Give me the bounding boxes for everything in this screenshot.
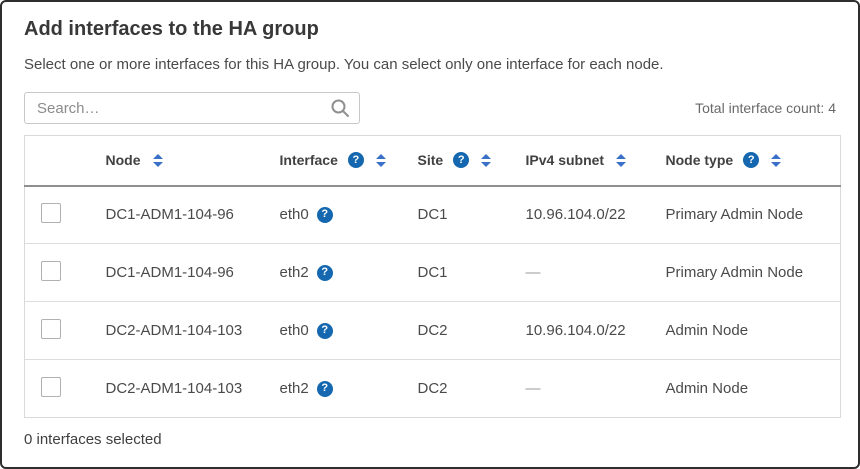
checkbox-cell [25,360,98,418]
site-cell: DC1 [410,244,518,302]
page-subtitle: Select one or more interfaces for this H… [24,55,836,75]
help-icon[interactable]: ? [317,323,333,339]
node-type-cell: Admin Node [658,302,841,360]
table-body: DC1-ADM1-104-96eth0?DC110.96.104.0/22Pri… [25,186,841,418]
add-interfaces-dialog: Add interfaces to the HA group Select on… [0,0,860,469]
help-icon[interactable]: ? [317,381,333,397]
column-label: Site [418,152,444,168]
search-icon [330,98,350,118]
interface-name: eth0 [280,322,309,339]
node-cell: DC1-ADM1-104-96 [98,244,272,302]
interface-name: eth0 [280,206,309,223]
node-cell: DC2-ADM1-104-103 [98,302,272,360]
site-cell: DC2 [410,360,518,418]
sort-icon[interactable] [771,154,781,167]
checkbox-cell [25,186,98,244]
column-header-ipv4-subnet[interactable]: IPv4 subnet [518,136,658,186]
table-row: DC2-ADM1-104-103eth2?DC2—Admin Node [25,360,841,418]
page-title: Add interfaces to the HA group [24,16,836,42]
interface-name: eth2 [280,380,309,397]
row-checkbox[interactable] [41,203,61,223]
interface-cell: eth2? [272,244,410,302]
ipv4-subnet-cell: — [518,244,658,302]
selection-status: 0 interfaces selected [24,431,836,448]
column-label: Node [106,152,141,168]
select-column-header [25,136,98,186]
sort-icon[interactable] [376,154,386,167]
column-header-node-type[interactable]: Node type? [658,136,841,186]
node-type-cell: Primary Admin Node [658,186,841,244]
sort-icon[interactable] [616,154,626,167]
header-row: NodeInterface?Site?IPv4 subnetNode type? [25,136,841,186]
help-icon[interactable]: ? [743,152,759,168]
column-header-node[interactable]: Node [98,136,272,186]
interface-cell: eth0? [272,186,410,244]
table-row: DC1-ADM1-104-96eth2?DC1—Primary Admin No… [25,244,841,302]
help-icon[interactable]: ? [317,207,333,223]
help-icon[interactable]: ? [453,152,469,168]
ipv4-subnet-cell: 10.96.104.0/22 [518,186,658,244]
help-icon[interactable]: ? [317,265,333,281]
interface-cell: eth0? [272,302,410,360]
total-interface-count: Total interface count: 4 [695,100,836,116]
node-cell: DC2-ADM1-104-103 [98,360,272,418]
interface-name: eth2 [280,264,309,281]
site-cell: DC2 [410,302,518,360]
ipv4-subnet-cell: 10.96.104.0/22 [518,302,658,360]
search-input[interactable] [24,92,360,124]
column-label: Interface [280,152,338,168]
row-checkbox[interactable] [41,319,61,339]
row-checkbox[interactable] [41,261,61,281]
column-header-interface[interactable]: Interface? [272,136,410,186]
checkbox-cell [25,302,98,360]
table-row: DC2-ADM1-104-103eth0?DC210.96.104.0/22Ad… [25,302,841,360]
column-label: IPv4 subnet [526,152,605,168]
column-label: Node type [666,152,734,168]
help-icon[interactable]: ? [348,152,364,168]
ipv4-subnet-cell: — [518,360,658,418]
search-box [24,92,360,124]
site-cell: DC1 [410,186,518,244]
interfaces-table: NodeInterface?Site?IPv4 subnetNode type?… [24,135,841,418]
row-checkbox[interactable] [41,377,61,397]
node-type-cell: Primary Admin Node [658,244,841,302]
interface-cell: eth2? [272,360,410,418]
node-type-cell: Admin Node [658,360,841,418]
table-toolbar: Total interface count: 4 [24,92,836,124]
table-row: DC1-ADM1-104-96eth0?DC110.96.104.0/22Pri… [25,186,841,244]
sort-icon[interactable] [481,154,491,167]
checkbox-cell [25,244,98,302]
sort-icon[interactable] [153,154,163,167]
column-header-site[interactable]: Site? [410,136,518,186]
node-cell: DC1-ADM1-104-96 [98,186,272,244]
